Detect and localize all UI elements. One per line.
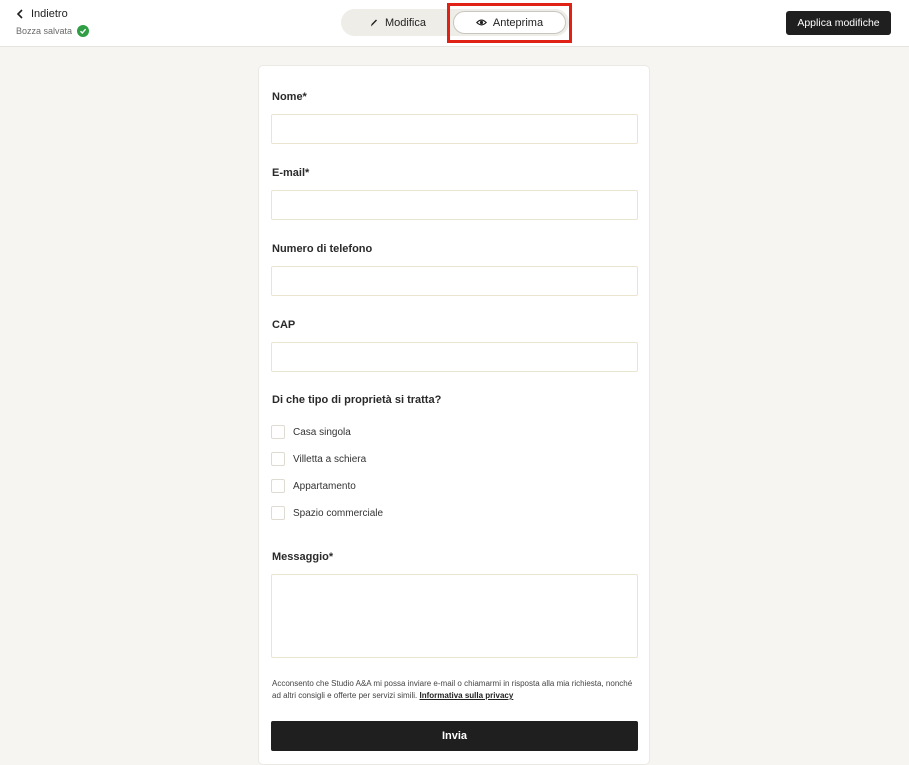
mode-toggle: Modifica Anteprima <box>341 9 569 36</box>
back-label: Indietro <box>31 8 68 20</box>
top-bar: Indietro Bozza salvata Modifica Anteprim… <box>0 0 909 47</box>
privacy-policy-link[interactable]: Informativa sulla privacy <box>419 691 513 700</box>
email-field[interactable] <box>271 190 638 220</box>
property-option-single-house[interactable]: Casa singola <box>271 425 351 439</box>
tab-preview[interactable]: Anteprima <box>453 11 566 34</box>
checkbox-label: Villetta a schiera <box>293 453 367 465</box>
apply-changes-button[interactable]: Applica modifiche <box>786 11 891 35</box>
checkbox-label: Casa singola <box>293 426 351 438</box>
checkbox-label: Spazio commerciale <box>293 507 384 519</box>
checkbox[interactable] <box>271 452 285 466</box>
name-label: Nome* <box>272 91 307 103</box>
checkbox-label: Appartamento <box>293 480 356 492</box>
zip-field[interactable] <box>271 342 638 372</box>
back-button[interactable]: Indietro <box>16 8 68 20</box>
draft-status: Bozza salvata <box>16 25 90 37</box>
email-label: E-mail* <box>272 167 310 179</box>
pencil-icon <box>371 19 378 27</box>
tab-preview-label: Anteprima <box>492 16 544 29</box>
checkbox[interactable] <box>271 479 285 493</box>
consent-text: Acconsento che Studio A&A mi possa invia… <box>272 678 640 702</box>
eye-icon <box>475 19 487 26</box>
phone-label: Numero di telefono <box>272 243 373 255</box>
property-option-apartment[interactable]: Appartamento <box>271 479 356 493</box>
property-option-commercial[interactable]: Spazio commerciale <box>271 506 383 520</box>
check-circle-icon <box>77 25 90 37</box>
message-field[interactable] <box>271 574 638 658</box>
draft-status-label: Bozza salvata <box>16 26 73 36</box>
property-type-question: Di che tipo di proprietà si tratta? <box>272 394 442 406</box>
checkbox[interactable] <box>271 506 285 520</box>
message-label: Messaggio* <box>272 551 334 563</box>
submit-button[interactable]: Invia <box>271 721 638 751</box>
zip-label: CAP <box>272 319 296 331</box>
name-field[interactable] <box>271 114 638 144</box>
phone-field[interactable] <box>271 266 638 296</box>
contact-form-card: Nome* E-mail* Numero di telefono CAP Di … <box>258 65 650 765</box>
tab-edit[interactable]: Modifica <box>345 11 449 34</box>
tab-edit-label: Modifica <box>385 16 426 29</box>
chevron-left-icon <box>16 9 23 19</box>
property-option-terraced-house[interactable]: Villetta a schiera <box>271 452 366 466</box>
checkbox[interactable] <box>271 425 285 439</box>
